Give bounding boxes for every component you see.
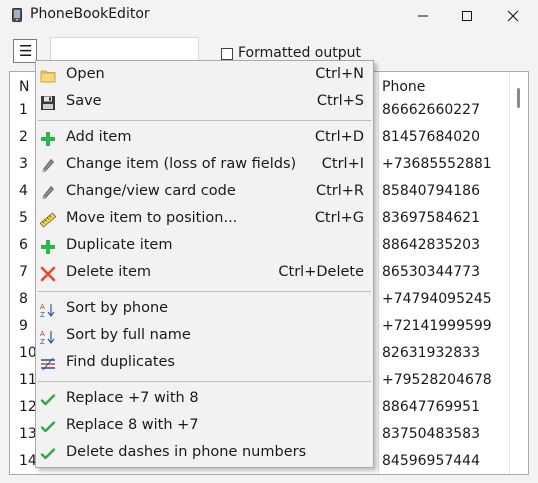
duplicates-icon bbox=[40, 356, 56, 372]
row-phone: 81457684020 bbox=[382, 129, 480, 145]
row-phone: 88642835203 bbox=[382, 237, 480, 253]
context-menu: Open Ctrl+N Save Ctrl+S Add item Ctrl+D Change… bbox=[35, 60, 374, 468]
row-number: 9 bbox=[19, 318, 28, 334]
row-number: 6 bbox=[19, 237, 28, 253]
row-phone: +72141999599 bbox=[382, 318, 492, 334]
row-phone: 83697584621 bbox=[382, 210, 480, 226]
ruler-icon bbox=[39, 212, 57, 228]
maximize-button[interactable] bbox=[444, 0, 490, 31]
check-icon bbox=[40, 419, 56, 435]
row-number: 8 bbox=[19, 291, 28, 307]
svg-text:Z: Z bbox=[40, 338, 45, 345]
formatted-output-label: Formatted output bbox=[238, 45, 361, 61]
menu-item-replace-7-with-8[interactable]: Replace +7 with 8 bbox=[36, 386, 373, 413]
menu-item-label: Move item to position... bbox=[66, 210, 238, 226]
row-number: 7 bbox=[19, 264, 28, 280]
floppy-icon bbox=[40, 95, 56, 111]
menu-item-duplicate-item[interactable]: Duplicate item bbox=[36, 233, 373, 260]
pencil-icon bbox=[40, 185, 56, 201]
check-icon bbox=[40, 392, 56, 408]
menu-item-find-duplicates[interactable]: Find duplicates bbox=[36, 350, 373, 377]
menu-item-delete-item[interactable]: Delete item Ctrl+Delete bbox=[36, 260, 373, 287]
formatted-output-checkbox[interactable] bbox=[221, 48, 233, 60]
folder-icon bbox=[40, 68, 56, 84]
menu-item-shortcut: Ctrl+R bbox=[315, 183, 364, 199]
row-phone: 85840794186 bbox=[382, 183, 480, 199]
menu-item-label: Sort by phone bbox=[66, 300, 169, 316]
row-phone: 86662660227 bbox=[382, 102, 480, 118]
row-number: 1 bbox=[19, 102, 28, 118]
close-button[interactable] bbox=[490, 0, 536, 31]
close-icon bbox=[507, 10, 519, 22]
menu-item-label: Change item (loss of raw fields) bbox=[66, 156, 297, 172]
row-number: 3 bbox=[19, 156, 28, 172]
menu-item-label: Change/view card code bbox=[66, 183, 236, 199]
maximize-icon bbox=[462, 11, 472, 21]
menu-item-label: Duplicate item bbox=[66, 237, 173, 253]
menu-item-add-item[interactable]: Add item Ctrl+D bbox=[36, 125, 373, 152]
row-number: 2 bbox=[19, 129, 28, 145]
menu-item-label: Save bbox=[66, 93, 102, 109]
hamburger-menu-button[interactable]: ☰ bbox=[13, 39, 37, 63]
menu-item-shortcut: Ctrl+G bbox=[314, 210, 364, 226]
svg-text:A: A bbox=[40, 303, 45, 311]
menu-item-label: Add item bbox=[66, 129, 132, 145]
minimize-icon bbox=[418, 15, 428, 17]
menu-item-label: Find duplicates bbox=[66, 354, 175, 370]
check-icon bbox=[40, 446, 56, 462]
sort-az-icon: AZ bbox=[40, 302, 56, 319]
row-number: 4 bbox=[19, 183, 28, 199]
menu-item-label: Delete dashes in phone numbers bbox=[66, 444, 307, 460]
row-number: 5 bbox=[19, 210, 28, 226]
menu-item-move-item-to-position[interactable]: Move item to position... Ctrl+G bbox=[36, 206, 373, 233]
menu-separator bbox=[38, 120, 371, 121]
hamburger-icon: ☰ bbox=[19, 42, 33, 60]
cross-icon bbox=[40, 266, 56, 282]
plus-icon bbox=[40, 131, 56, 147]
menu-item-shortcut: Ctrl+Delete bbox=[278, 264, 364, 280]
menu-item-change-item-loss-of-raw-fields[interactable]: Change item (loss of raw fields) Ctrl+I bbox=[36, 152, 373, 179]
window-title: PhoneBookEditor bbox=[30, 6, 150, 22]
svg-text:A: A bbox=[40, 330, 45, 338]
row-phone: 83750483583 bbox=[382, 426, 480, 442]
row-phone: 86530344773 bbox=[382, 264, 480, 280]
header-n[interactable]: N bbox=[19, 79, 29, 95]
menu-item-label: Replace +7 with 8 bbox=[66, 390, 199, 406]
row-phone: +74794095245 bbox=[382, 291, 492, 307]
row-phone: 84596957444 bbox=[382, 453, 480, 469]
svg-text:Z: Z bbox=[40, 311, 45, 318]
menu-item-sort-by-phone[interactable]: A Z Sort by phone bbox=[36, 296, 373, 323]
menu-item-shortcut: Ctrl+I bbox=[321, 156, 364, 172]
menu-item-label: Delete item bbox=[66, 264, 152, 280]
header-phone[interactable]: Phone bbox=[382, 79, 425, 95]
menu-item-label: Sort by full name bbox=[66, 327, 191, 343]
menu-item-save[interactable]: Save Ctrl+S bbox=[36, 89, 373, 116]
plus-icon bbox=[40, 239, 56, 255]
row-phone: +79528204678 bbox=[382, 372, 492, 388]
menu-item-replace-8-with-7[interactable]: Replace 8 with +7 bbox=[36, 413, 373, 440]
title-bar: PhoneBookEditor bbox=[0, 0, 538, 31]
menu-item-shortcut: Ctrl+N bbox=[315, 66, 364, 82]
menu-item-shortcut: Ctrl+D bbox=[314, 129, 364, 145]
row-phone: 82631932833 bbox=[382, 345, 480, 361]
menu-item-open[interactable]: Open Ctrl+N bbox=[36, 62, 373, 89]
row-phone: 88647769951 bbox=[382, 399, 480, 415]
sort-az-icon: AZ bbox=[40, 329, 56, 346]
menu-item-label: Open bbox=[66, 66, 105, 82]
row-phone: +73685552881 bbox=[382, 156, 492, 172]
menu-separator bbox=[38, 291, 371, 292]
vertical-scrollbar[interactable] bbox=[510, 72, 528, 474]
phone-app-icon bbox=[12, 8, 22, 22]
menu-item-shortcut: Ctrl+S bbox=[316, 93, 364, 109]
menu-item-change-view-card-code[interactable]: Change/view card code Ctrl+R bbox=[36, 179, 373, 206]
scrollbar-thumb[interactable] bbox=[517, 88, 520, 108]
menu-item-label: Replace 8 with +7 bbox=[66, 417, 199, 433]
search-input[interactable] bbox=[50, 37, 199, 62]
menu-item-delete-dashes-in-phone-numbers[interactable]: Delete dashes in phone numbers bbox=[36, 440, 373, 467]
menu-separator bbox=[38, 381, 371, 382]
menu-item-sort-by-full-name[interactable]: A Z Sort by full name bbox=[36, 323, 373, 350]
pencil-icon bbox=[40, 158, 56, 174]
minimize-button[interactable] bbox=[400, 0, 446, 31]
